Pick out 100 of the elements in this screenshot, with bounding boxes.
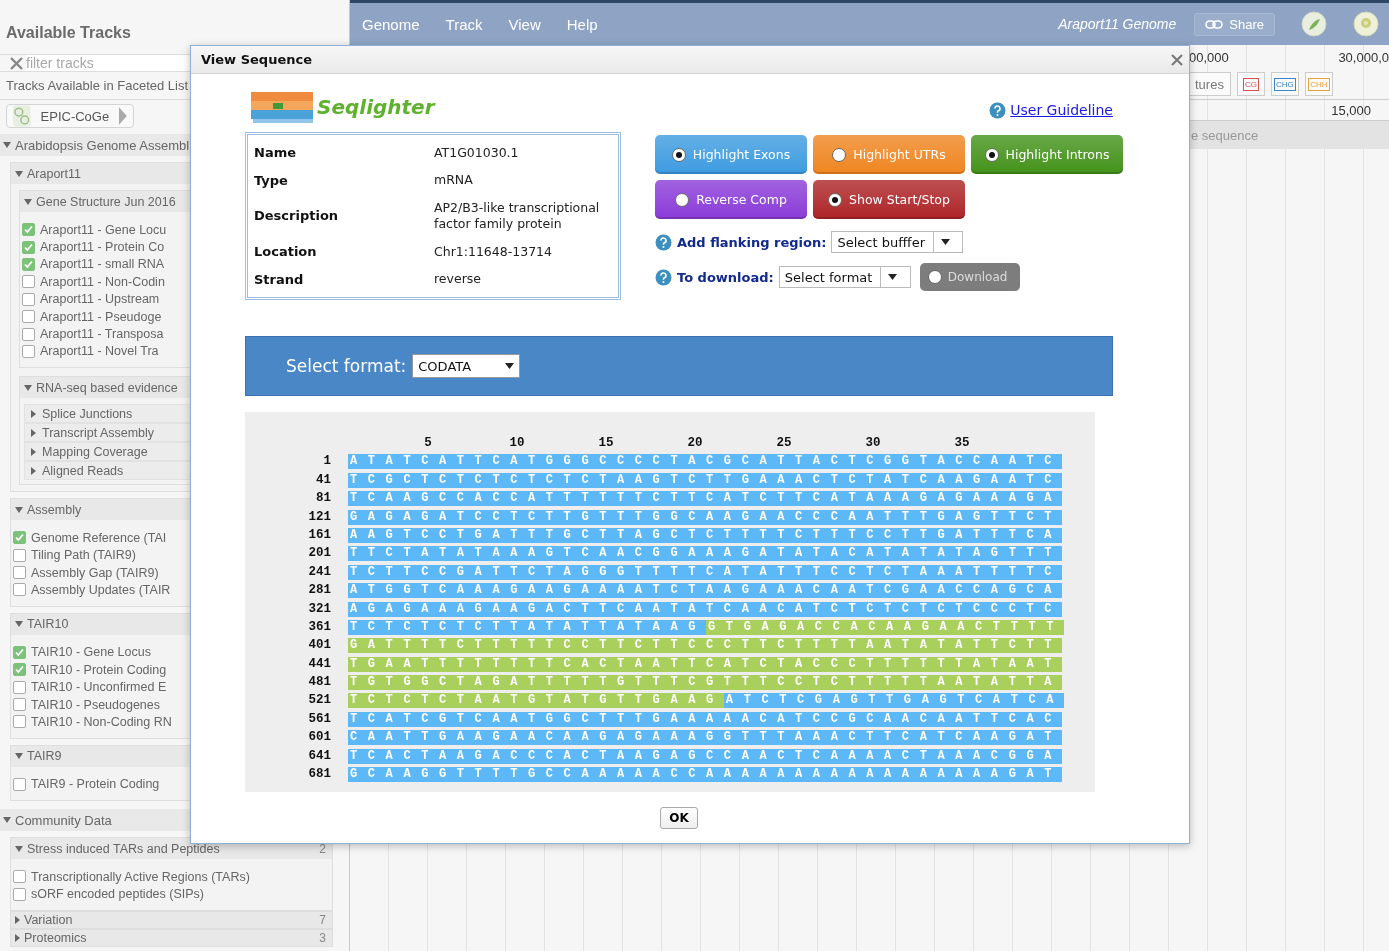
dropdown-caret-icon [887,274,897,280]
category-label: TAIR10 [27,617,69,632]
track-label: TAIR10 - Pseudogenes [31,697,160,712]
track-checkbox[interactable] [22,344,35,358]
sequence-segment: TCGCTCTCTCTCTCTAAGTCTTGAAACTCTATCAAGAATC [348,472,1063,488]
category-label: TAIR9 [27,749,62,764]
info-value: Chr1:11648-13714 [434,243,553,260]
methylation-toggle[interactable]: CG [1236,72,1265,96]
sequence-segment: ATATCATTCATGGGCCCCTACGCATTACTCGGTACCAATC [348,454,1063,470]
track-checkbox[interactable] [13,698,26,712]
track-label: TAIR10 - Unconfirmed E [31,680,167,695]
sequence-segment: GTGAGACCACAAGAACTTTT [706,619,1065,635]
plugin-button[interactable]: EPIC-CoGe [6,104,134,128]
sequence-segment: AGAGAAAGAAGACTTCAATATCAACATCTCTCTCTCCCTC [348,601,1063,617]
sequence-segment: ATGGTCAAAGAAGAAAATCTAAGAAACAATCGAACCAGCA [348,583,1063,599]
track-checkbox[interactable] [22,223,35,237]
highlight-toggle[interactable]: Reverse Comp [655,180,807,219]
caret-down-icon [15,506,23,513]
sequence-segment: TCTCTCTCTTATATTATAAG [348,619,707,635]
help-icon[interactable] [655,233,672,251]
track-checkbox[interactable] [22,310,35,324]
menu-item[interactable]: Help [566,15,598,33]
info-label: Location [254,244,318,260]
category-header[interactable]: Proteomics 3 [11,929,332,946]
track-checkbox[interactable] [13,583,26,597]
track-checkbox[interactable] [13,663,26,677]
ok-button[interactable]: OK [660,807,698,829]
track-checkbox[interactable] [22,240,35,254]
row-number: 641 [307,748,331,764]
guideline-link[interactable]: User Guideline [1010,102,1113,118]
ruler-tick: 35 [954,436,970,451]
category-header[interactable]: Variation 7 [11,911,332,928]
caret-right-icon [31,409,36,418]
banner-label: Select format: [286,356,407,376]
track-label: Genome Reference (TAI [31,530,167,545]
track-checkbox[interactable] [13,531,26,545]
menu-item[interactable]: Track [445,15,483,33]
track-checkbox[interactable] [22,327,35,341]
arrow-right-icon [119,107,127,125]
sequence-segment: AAGTCCTGATTTGCTTAGCTCTTTTCTTTCCTTGATTTCA [348,527,1063,543]
category-label: Proteomics [24,930,87,945]
sequence-segment: GATTTTCTTTTTCCTTCTTCCCTTCTTTTAATATATTCTT [348,638,1063,654]
track-checkbox[interactable] [13,777,26,791]
track-checkbox[interactable] [22,275,35,289]
genome-name: Araport11 Genome [1058,16,1177,32]
link-icon [1205,19,1224,29]
menu-item[interactable]: View [508,15,541,33]
menu-item[interactable]: Genome [362,15,420,33]
track-checkbox[interactable] [22,257,35,271]
track-label: Araport11 - Non-Codin [40,274,165,289]
track-label: Assembly Updates (TAIR [31,583,171,597]
row-number: 361 [307,619,331,635]
highlight-toggle[interactable]: Highlight Exons [655,135,807,174]
track-checkbox[interactable] [13,887,26,901]
row-number: 1 [322,454,331,470]
caret-down-icon [3,817,11,824]
sequence-segment: GAGAGATCCTCTTGTTTGGCAAGAACCCAATTTGAGTTCT [348,509,1063,525]
row-number: 601 [307,730,331,746]
caret-down-icon [15,621,23,628]
track-label: Transcriptionally Active Regions (TARs) [31,869,250,884]
format-dropdown[interactable]: CODATA [412,354,521,378]
highlight-toggle[interactable]: Show Start/Stop [813,180,965,219]
row-number: 281 [307,583,331,599]
sequence-segment: TCACTAAGACCCACTAAGAGCCAACTCAAAACTAAACGGA [348,748,1063,764]
track-checkbox[interactable] [13,715,26,729]
track-count: 3 [319,930,326,945]
caret-right-icon [31,428,36,437]
leaf-logo-icon[interactable] [1301,11,1327,37]
track-checkbox[interactable] [13,680,26,694]
track-label: Araport11 - small RNA [40,257,165,272]
features-button[interactable]: tures [1189,72,1231,96]
track-checkbox[interactable] [13,870,26,884]
highlight-toggle[interactable]: Highlight Introns [971,135,1123,174]
ruler-tick: 20 [687,436,703,451]
help-icon[interactable] [655,268,672,286]
field-label: To download: [677,269,774,285]
track-label: Araport11 - Novel Tra [40,344,159,359]
caret-down-icon [15,753,23,760]
info-value: AP2/B3-like transcriptional factor family protein [434,200,601,232]
ruler-tick: 10 [509,436,525,451]
row-number: 201 [307,546,331,562]
row-number: 521 [307,693,331,709]
sequence-logo-icon [251,90,315,124]
buffer-select[interactable]: Select bufffer [831,231,964,253]
sequence-segment: TCTTCCGATTCTAGGGTTTTCATATTTCCTCTAAATTTTC [348,564,1063,580]
row-number: 401 [307,638,331,654]
methylation-toggle[interactable]: CHG [1270,72,1299,96]
help-icon[interactable] [989,101,1007,119]
clear-icon[interactable] [10,56,23,70]
close-button[interactable] [1171,53,1183,66]
track-checkbox[interactable] [13,566,26,580]
category-label: Araport11 [27,166,81,181]
track-label: Araport11 - Transposa [40,327,164,342]
track-checkbox[interactable] [22,292,35,306]
track-checkbox[interactable] [13,645,26,659]
track-checkbox[interactable] [13,548,26,562]
sequence-segment: TCTCTCTAATGTATGTTGAAG [348,693,724,709]
track-count: 2 [319,841,326,856]
category-label: Stress induced TARs and Peptides [27,841,220,856]
track-label: TAIR10 - Protein Coding [31,662,167,677]
